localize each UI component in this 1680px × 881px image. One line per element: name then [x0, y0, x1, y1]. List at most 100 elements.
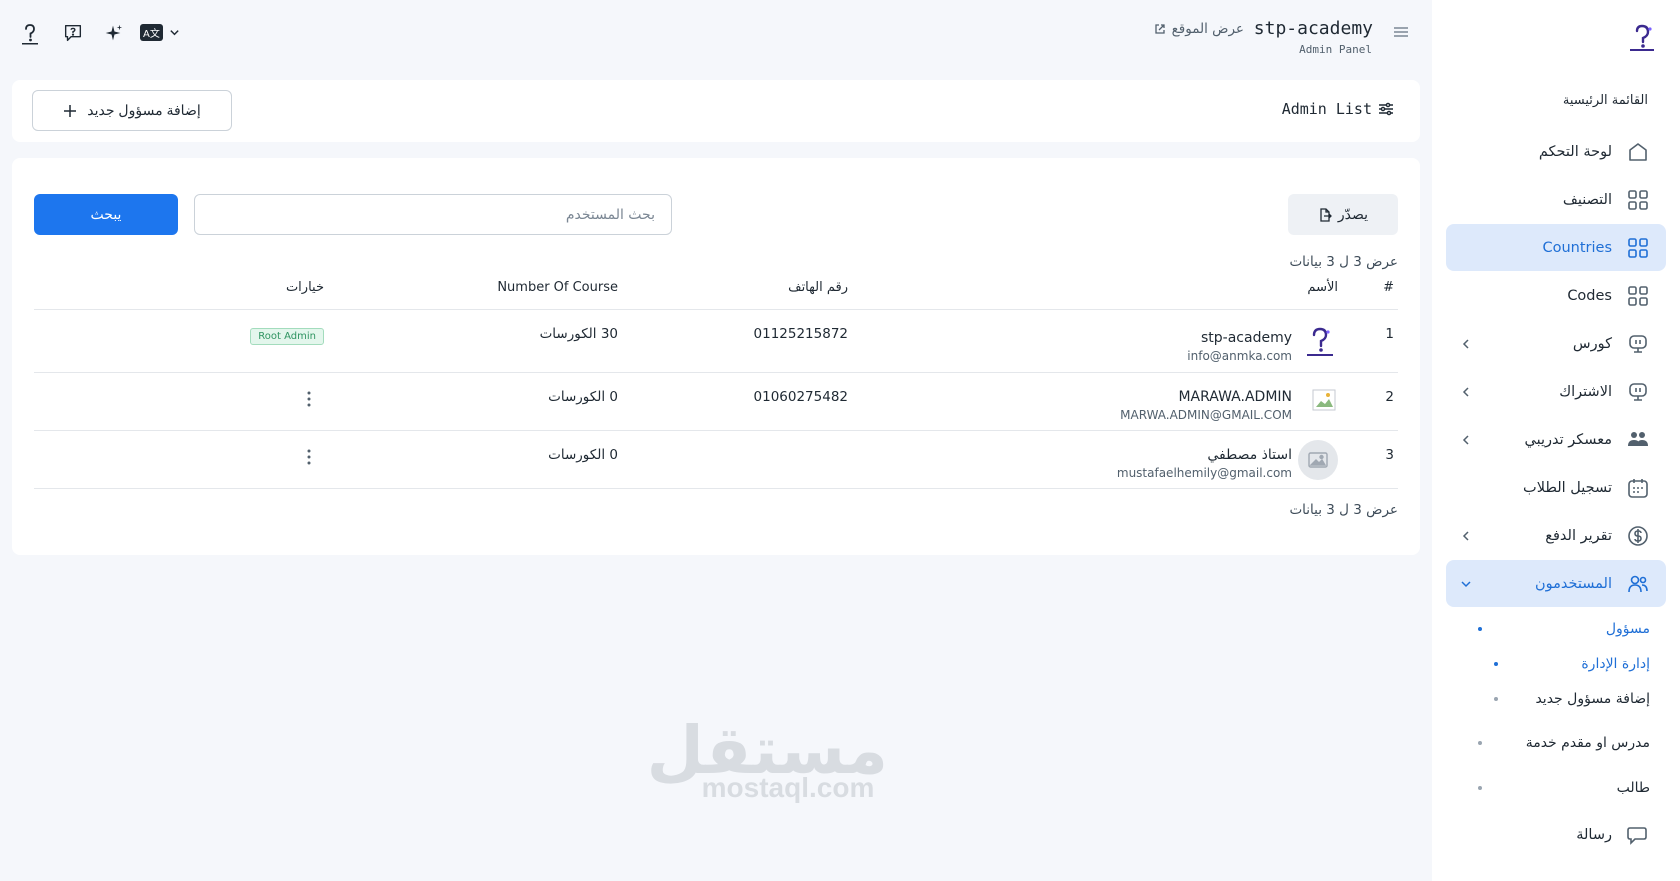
- grid-icon: [1628, 237, 1648, 258]
- sidebar-subitem-label: إدارة الإدارة: [1581, 655, 1650, 672]
- sidebar-item-label: المستخدمون: [1534, 575, 1612, 592]
- chevron-down-icon: [170, 30, 179, 36]
- page-title-text: Admin List: [1281, 100, 1372, 118]
- course-count: 0 الكورسات: [548, 447, 618, 463]
- user-name: استاذ مصطفي: [1207, 447, 1292, 463]
- table-row[interactable]: 3 استاذ مصطفي mustafaelhemily@gmail.com …: [34, 431, 1398, 489]
- sidebar-subitem-student[interactable]: طالب: [1446, 770, 1666, 805]
- search-input[interactable]: [194, 194, 672, 235]
- sidebar-item-subscription[interactable]: الاشتراك: [1446, 368, 1666, 415]
- sidebar-item-label: رسالة: [1576, 826, 1612, 843]
- sidebar-item-label: معسكر تدريبي: [1524, 431, 1612, 448]
- monitor-icon: [1629, 334, 1647, 353]
- sidebar-item-bootcamp[interactable]: معسكر تدريبي: [1446, 416, 1666, 463]
- user-phone: 01125215872: [753, 326, 848, 342]
- column-header-index: #: [1383, 280, 1394, 295]
- sidebar-item-course[interactable]: كورس: [1446, 320, 1666, 367]
- row-index: 1: [1385, 326, 1394, 342]
- column-header-phone: رقم الهاتف: [788, 280, 848, 295]
- topbar: A文 عرض الموقع stp-academy Admin Panel: [0, 0, 1432, 70]
- user-phone: 01060275482: [753, 389, 848, 405]
- chevron-left-icon: [1462, 434, 1469, 445]
- export-button[interactable]: يصدّر: [1288, 194, 1398, 235]
- watermark-latin: mostaql.com: [701, 772, 875, 803]
- bullet-dot: [1478, 626, 1482, 631]
- sidebar-subitem-admin[interactable]: مسؤول: [1446, 611, 1666, 646]
- language-switcher[interactable]: A文: [140, 24, 180, 41]
- sidebar-item-student-registration[interactable]: تسجيل الطلاب: [1446, 464, 1666, 511]
- sidebar-item-users[interactable]: المستخدمون: [1446, 560, 1666, 607]
- brand-logo[interactable]: [1626, 22, 1658, 54]
- bullet-dot: [1494, 661, 1498, 666]
- row-options-icon[interactable]: [302, 448, 316, 466]
- sidebar-subitem-manage-admin[interactable]: إدارة الإدارة: [1446, 646, 1666, 681]
- export-file-icon: [1320, 207, 1332, 222]
- user-avatar: [1307, 327, 1333, 356]
- results-summary-bottom: عرض 3 ل 3 بيانات: [1289, 502, 1398, 518]
- sidebar-item-label: تسجيل الطلاب: [1523, 479, 1612, 496]
- sparkles-icon[interactable]: [102, 22, 124, 44]
- sidebar-subitem-add-admin[interactable]: إضافة مسؤول جديد: [1446, 681, 1666, 716]
- chat-icon: [1627, 826, 1647, 845]
- row-divider: [34, 488, 1398, 489]
- monitor-icon: [1629, 382, 1647, 401]
- page-header-card: إضافة مسؤول جديد Admin List: [12, 80, 1420, 142]
- menu-icon[interactable]: [1392, 24, 1410, 40]
- sidebar-item-payment-report[interactable]: تقرير الدفع: [1446, 512, 1666, 559]
- profile-avatar[interactable]: [18, 22, 42, 46]
- bullet-dot: [1478, 785, 1482, 790]
- group-icon: [1628, 431, 1648, 446]
- help-chat-icon[interactable]: [62, 22, 84, 44]
- sidebar-item-dashboard[interactable]: لوحة التحكم: [1446, 128, 1666, 175]
- sidebar-subitem-label: مسؤول: [1605, 620, 1650, 637]
- sidebar: القائمة الرئيسية لوحة التحكم التصنيف Cou…: [1432, 0, 1680, 881]
- column-header-options: خيارات: [285, 280, 324, 295]
- user-email: mustafaelhemily@gmail.com: [1116, 466, 1292, 480]
- sidebar-item-codes[interactable]: Codes: [1446, 272, 1666, 319]
- table-row[interactable]: 1 stp-academy info@anmka.com 01125215872…: [34, 310, 1398, 373]
- admin-list-card: يبحث يصدّر عرض 3 ل 3 بيانات # الأسم رقم …: [12, 158, 1420, 555]
- add-admin-button[interactable]: إضافة مسؤول جديد: [32, 90, 232, 131]
- chevron-left-icon: [1462, 338, 1469, 349]
- sidebar-subitem-teacher[interactable]: مدرس او مقدم خدمة: [1446, 716, 1666, 770]
- filter-sliders-icon: [1379, 102, 1393, 116]
- table-row[interactable]: 2 MARAWA.ADMIN MARWA.ADMIN@GMAIL.COM 010…: [34, 373, 1398, 431]
- broken-image-icon: [1312, 389, 1336, 411]
- brand-subtitle: Admin Panel: [1299, 43, 1372, 56]
- sidebar-subitem-label: طالب: [1616, 779, 1650, 796]
- external-link-icon: [1154, 24, 1165, 34]
- bullet-dot: [1494, 696, 1498, 701]
- grid-icon: [1628, 189, 1648, 210]
- home-icon: [1629, 142, 1647, 161]
- sidebar-subitem-label: مدرس او مقدم خدمة: [1525, 735, 1650, 751]
- sidebar-section-title: القائمة الرئيسية: [1562, 93, 1648, 108]
- avatar-placeholder: [1298, 440, 1338, 480]
- search-button[interactable]: يبحث: [34, 194, 178, 235]
- sidebar-item-messages[interactable]: رسالة: [1446, 811, 1666, 858]
- plus-icon: [64, 104, 77, 117]
- sidebar-item-categories[interactable]: التصنيف: [1446, 176, 1666, 223]
- view-site-link[interactable]: عرض الموقع: [1154, 21, 1244, 37]
- course-count: 30 الكورسات: [539, 326, 618, 342]
- sidebar-item-label: التصنيف: [1562, 191, 1612, 208]
- view-site-label: عرض الموقع: [1171, 21, 1244, 37]
- course-count: 0 الكورسات: [548, 389, 618, 405]
- row-index: 3: [1385, 447, 1394, 463]
- row-options-icon[interactable]: [302, 390, 316, 408]
- column-header-courses: Number Of Course: [497, 280, 618, 295]
- sidebar-subitem-label: إضافة مسؤول جديد: [1535, 690, 1650, 707]
- dollar-icon: [1628, 525, 1648, 546]
- user-email: info@anmka.com: [1187, 349, 1292, 363]
- add-admin-label: إضافة مسؤول جديد: [87, 102, 201, 118]
- bullet-dot: [1478, 741, 1482, 745]
- image-placeholder-icon: [1308, 452, 1328, 468]
- brand-title: stp-academy: [1253, 18, 1373, 39]
- users-icon: [1628, 575, 1648, 592]
- sidebar-item-label: تقرير الدفع: [1545, 527, 1612, 544]
- sidebar-item-countries[interactable]: Countries: [1446, 224, 1666, 271]
- root-admin-badge: Root Admin: [250, 328, 324, 345]
- export-label: يصدّر: [1337, 206, 1369, 222]
- user-email: MARWA.ADMIN@GMAIL.COM: [1120, 408, 1292, 422]
- translate-icon: A文: [140, 24, 163, 41]
- column-header-name: الأسم: [1307, 280, 1338, 295]
